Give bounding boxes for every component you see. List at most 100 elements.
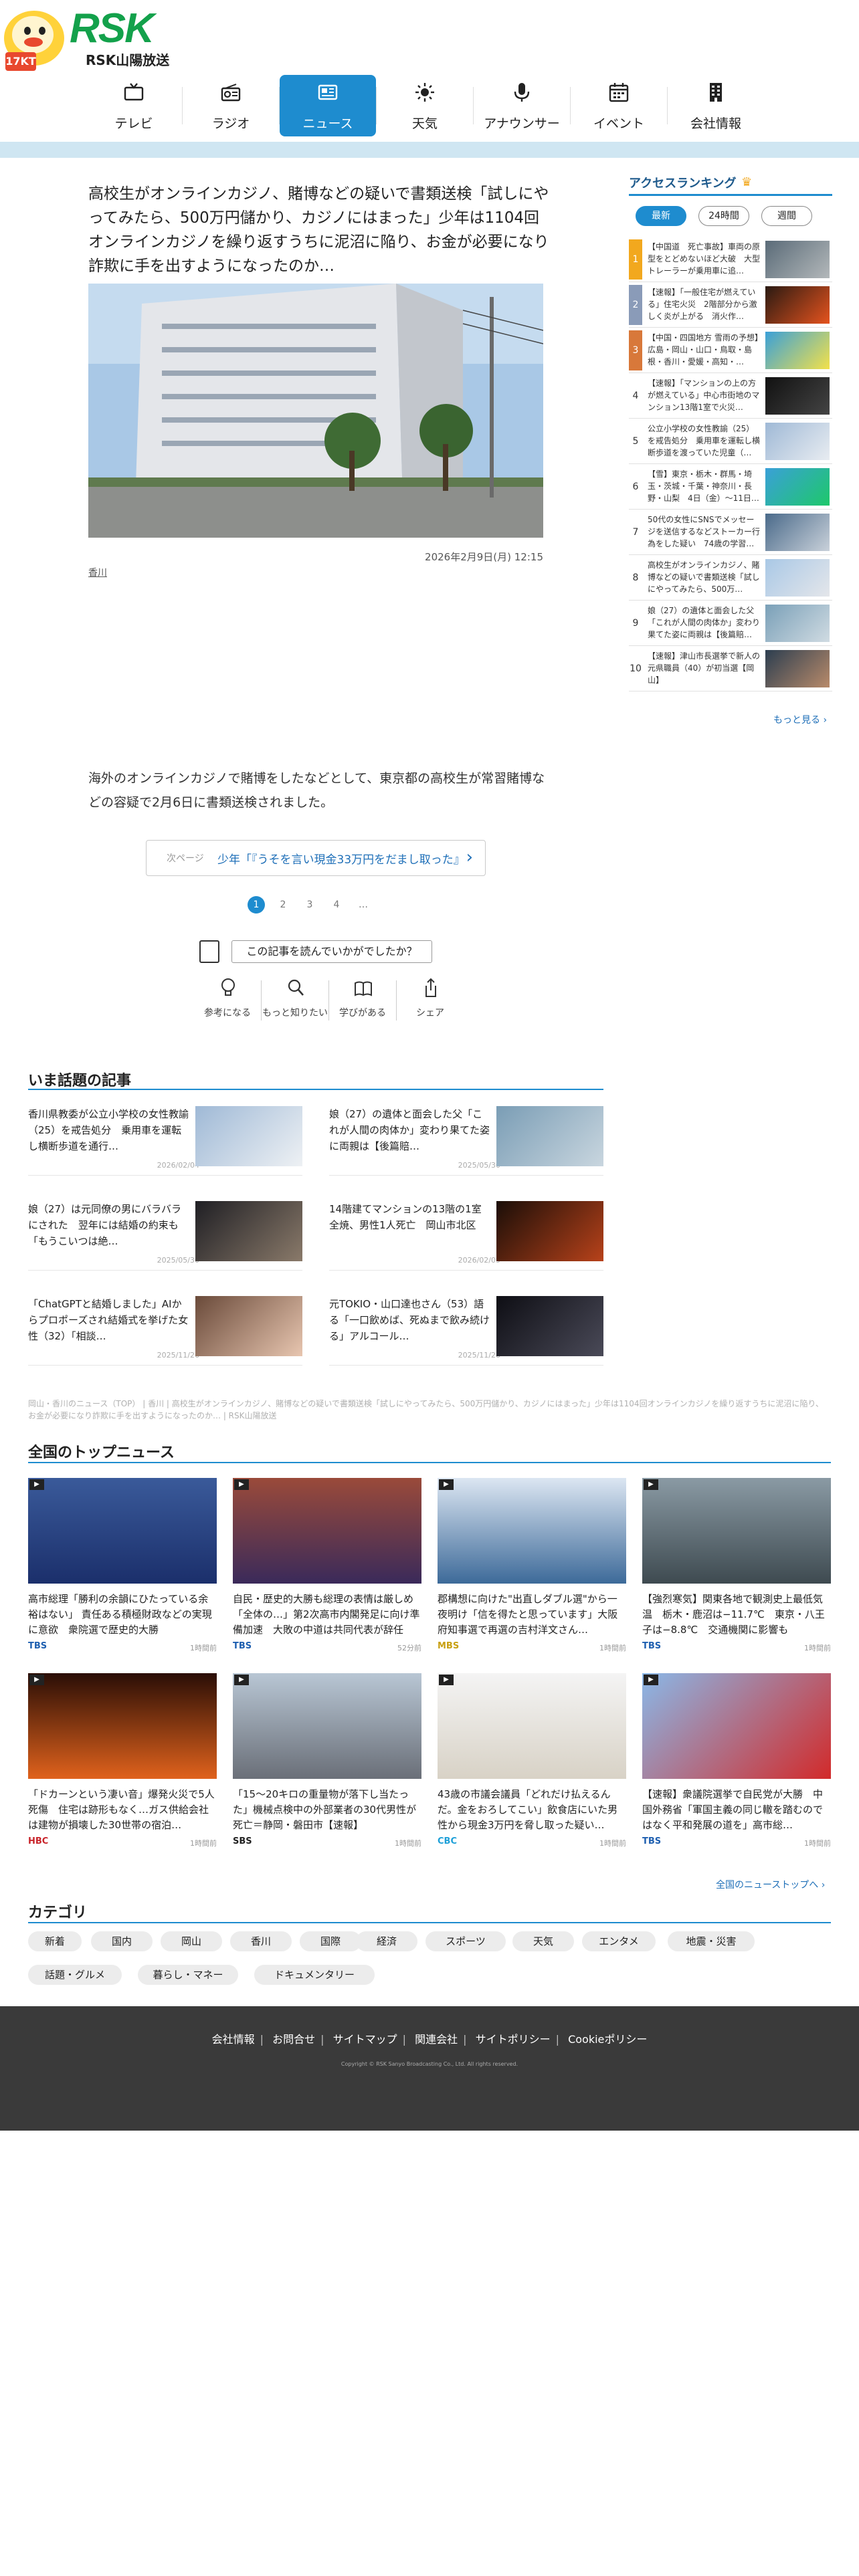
category-chip[interactable]: 岡山 xyxy=(161,1931,222,1951)
rank-headline: 【中国・四国地方 雪雨の予想】広島・岡山・山口・鳥取・島根・香川・愛媛・高知・… xyxy=(648,333,759,366)
nav-item-company[interactable]: 会社情報 xyxy=(668,75,764,136)
ranking-item[interactable]: 10 【速報】津山市長選挙で新人の元県職員（40）が初当選【岡山】 xyxy=(629,646,832,691)
nav-item-event[interactable]: イベント xyxy=(571,75,667,136)
nav-item-radio[interactable]: ラジオ xyxy=(183,75,279,136)
trending-thumbnail xyxy=(195,1296,302,1356)
tab-latest[interactable]: 最新 xyxy=(636,206,686,226)
breadcrumb[interactable]: 岡山・香川のニュース（TOP） | 香川 | 高校生がオンラインカジノ、賭博など… xyxy=(28,1398,831,1422)
reaction-label: 参考になる xyxy=(204,1008,251,1018)
trending-thumbnail xyxy=(496,1106,603,1166)
news-card[interactable]: ▶ 【速報】衆議院選挙で自民党が大勝 中国外務省「軍国主義の同じ轍を踏むのではな… xyxy=(642,1673,831,1854)
video-icon: ▶ xyxy=(234,1675,249,1685)
rank-headline: 【中国道 死亡事故】車両の原型をとどめないほど大破 大型トレーラーが乗用車に追… xyxy=(648,242,760,276)
news-source: TBS xyxy=(233,1641,252,1651)
news-card[interactable]: ▶ 「15〜20キロの重量物が落下し当たった」機械点検中の外部業者の30代男性が… xyxy=(233,1673,421,1854)
tab-24h[interactable]: 24時間 xyxy=(698,206,749,226)
trending-item[interactable]: 14階建てマンションの13階の1室全焼、男性1人死亡 岡山市北区 2026/02… xyxy=(329,1192,603,1271)
ranking-item[interactable]: 4 【速報】「マンションの上の方が燃えている」中心市街地のマンション13階1室で火… xyxy=(629,373,832,419)
category-chip[interactable]: 話題・グルメ xyxy=(28,1965,122,1985)
footer-link-policy[interactable]: サイトポリシー xyxy=(476,2033,551,2046)
news-card[interactable]: ▶ 【強烈寒気】関東各地で観測史上最低気温 栃木・鹿沼は−11.7℃ 東京・八王… xyxy=(642,1478,831,1658)
share-icon xyxy=(425,978,436,997)
news-icon xyxy=(318,84,338,100)
ranking-item[interactable]: 7 50代の女性にSNSでメッセージを送信するなどストーカー行為をした疑い 74歳… xyxy=(629,510,832,555)
footer-link-sitemap[interactable]: サイトマップ xyxy=(333,2033,397,2046)
nav-item-label: 天気 xyxy=(411,116,438,131)
news-time: 1時間前 xyxy=(395,1839,421,1848)
category-chip[interactable]: 国内 xyxy=(91,1931,153,1951)
footer-link-affiliates[interactable]: 関連会社 xyxy=(415,2033,458,2046)
ranking-item[interactable]: 9 娘（27）の遺体と面会した父「これが人間の肉体か」変わり果てた姿に両親は【後篇… xyxy=(629,601,832,646)
page-link-4[interactable]: 4 xyxy=(328,896,345,914)
nav-item-weather[interactable]: 天気 xyxy=(377,75,473,136)
footer-divider: | xyxy=(402,2033,406,2046)
news-time: 1時間前 xyxy=(804,1644,831,1652)
nav-item-announcer[interactable]: アナウンサー xyxy=(474,75,570,136)
calendar-icon xyxy=(609,83,629,102)
news-source: TBS xyxy=(642,1836,662,1846)
reaction-learn-button[interactable]: 学びがある xyxy=(329,976,396,1030)
trending-item[interactable]: 娘（27）の遺体と面会した父「これが人間の肉体か」変わり果てた姿に両親は【後篇賠… xyxy=(329,1097,603,1176)
category-chip[interactable]: 香川 xyxy=(230,1931,292,1951)
news-card[interactable]: ▶ 43歳の市議会議員「どれだけ払えるんだ。金をおろしてこい」飲食店にいた男性か… xyxy=(438,1673,626,1854)
trending-item[interactable]: 元TOKIO・山口達也さん（53）語る「一口飲めば、死ぬまで飲み続ける」アルコー… xyxy=(329,1287,603,1366)
ranking-more-link[interactable]: もっと見る › xyxy=(773,713,827,726)
article-area-link[interactable]: 香川 xyxy=(88,566,107,579)
article-title: 高校生がオンラインカジノ、賭博などの疑いで書類送検「試しにやってみたら、500万… xyxy=(88,185,549,275)
news-time: 1時間前 xyxy=(804,1839,831,1848)
radio-icon xyxy=(221,84,241,102)
news-headline: 郡構想に向けた"出直しダブル選"から一夜明け「信を得たと思っています」大阪府知事… xyxy=(438,1593,618,1636)
trending-item[interactable]: 香川県教委が公立小学校の女性教諭（25）を戒告処分 乗用車を運転し横断歩道を通行… xyxy=(28,1097,302,1176)
news-card[interactable]: ▶ 「ドカーンという凄い音」爆発火災で5人死傷 住宅は跡形もなく…ガス供給会社は… xyxy=(28,1673,217,1854)
footer-divider: | xyxy=(555,2033,559,2046)
rank-headline: 【速報】「一般住宅が燃えている」住宅火災 2階部分から激しく炎が上がる 消火作… xyxy=(648,288,757,321)
trending-item[interactable]: 「ChatGPTと結婚しました」AIからプロポーズされ結婚式を挙げた女性（32）… xyxy=(28,1287,302,1366)
ranking-item[interactable]: 8 高校生がオンラインカジノ、賭博などの疑いで書類送検「試しにやってみたら、500… xyxy=(629,555,832,601)
video-icon: ▶ xyxy=(644,1675,658,1685)
ranking-item[interactable]: 3 【中国・四国地方 雪雨の予想】広島・岡山・山口・鳥取・島根・香川・愛媛・高知・… xyxy=(629,328,832,373)
category-chip[interactable]: 新着 xyxy=(28,1931,82,1951)
next-page-link[interactable]: 次ページ 少年「『うそを言い現金33万円をだまし取った』 › xyxy=(146,840,486,876)
building-photo-image xyxy=(88,284,543,538)
page-link-1[interactable]: 1 xyxy=(248,896,265,914)
category-chip[interactable]: スポーツ xyxy=(425,1931,506,1951)
category-chip[interactable]: 国際 xyxy=(300,1931,361,1951)
ranking-item[interactable]: 5 公立小学校の女性教諭（25）を戒告処分 乗用車を運転し横断歩道を渡っていた児童… xyxy=(629,419,832,464)
news-card[interactable]: ▶ 高市総理「勝利の余韻にひたっている余裕はない」 責任ある積極財政などの実現に… xyxy=(28,1478,217,1658)
trending-date: 2026/02/04 xyxy=(157,1161,199,1170)
site-logo[interactable]: 17KT RSK RSK山陽放送 xyxy=(0,0,201,74)
rank-thumbnail xyxy=(765,514,830,551)
rank-headline: 娘（27）の遺体と面会した父「これが人間の肉体か」変わり果てた姿に両親は【後篇賠… xyxy=(648,606,760,639)
ranking-item[interactable]: 6 【雪】東京・栃木・群馬・埼玉・茨城・千葉・神奈川・長野・山梨 4日（金）〜11… xyxy=(629,464,832,510)
tab-weekly[interactable]: 週間 xyxy=(761,206,812,226)
ranking-title: アクセスランキング xyxy=(629,177,737,191)
category-chip[interactable]: ドキュメンタリー xyxy=(254,1965,375,1985)
footer-link-contact[interactable]: お問合せ xyxy=(272,2033,315,2046)
ranking-item[interactable]: 1 【中国道 死亡事故】車両の原型をとどめないほど大破 大型トレーラーが乗用車に追… xyxy=(629,237,832,282)
trending-item[interactable]: 娘（27）は元同僚の男にバラバラにされた 翌年には結婚の約束も「もうこいつは絶…… xyxy=(28,1192,302,1271)
share-button[interactable]: シェア xyxy=(397,976,464,1030)
reaction-more-button[interactable]: もっと知りたい xyxy=(262,976,328,1030)
page-link-2[interactable]: 2 xyxy=(274,896,292,914)
all-news-link[interactable]: 全国のニューストップへ › xyxy=(716,1878,825,1891)
news-thumbnail: ▶ xyxy=(642,1673,831,1779)
news-card[interactable]: ▶ 自民・歴史的大勝も総理の表情は厳しめ「全体の…」第2次高市内閣発足に向け準備… xyxy=(233,1478,421,1658)
page-link-3[interactable]: 3 xyxy=(301,896,318,914)
site-footer: 会社情報 | お問合せ | サイトマップ | 関連会社 | サイトポリシー | Cooki… xyxy=(0,2006,859,2131)
category-chip[interactable]: エンタメ xyxy=(582,1931,656,1951)
reaction-label: 学びがある xyxy=(339,1008,386,1018)
footer-link-cookie[interactable]: Cookieポリシー xyxy=(568,2033,647,2046)
sun-icon xyxy=(415,83,434,102)
nav-item-tv[interactable]: テレビ xyxy=(86,75,182,136)
news-thumbnail: ▶ xyxy=(438,1673,626,1779)
news-card[interactable]: ▶ 郡構想に向けた"出直しダブル選"から一夜明け「信を得たと思っています」大阪府… xyxy=(438,1478,626,1658)
ranking-item[interactable]: 2 【速報】「一般住宅が燃えている」住宅火災 2階部分から激しく炎が上がる 消火作… xyxy=(629,282,832,328)
category-chip[interactable]: 経済 xyxy=(356,1931,417,1951)
category-chip[interactable]: 地震・災害 xyxy=(668,1931,755,1951)
nav-item-news[interactable]: ニュース xyxy=(280,75,376,136)
category-chip[interactable]: 暮らし・マネー xyxy=(138,1965,238,1985)
footer-link-company[interactable]: 会社情報 xyxy=(212,2033,255,2046)
category-chip[interactable]: 天気 xyxy=(512,1931,574,1951)
reaction-helpful-button[interactable]: 参考になる xyxy=(194,976,261,1030)
video-icon: ▶ xyxy=(234,1479,249,1490)
